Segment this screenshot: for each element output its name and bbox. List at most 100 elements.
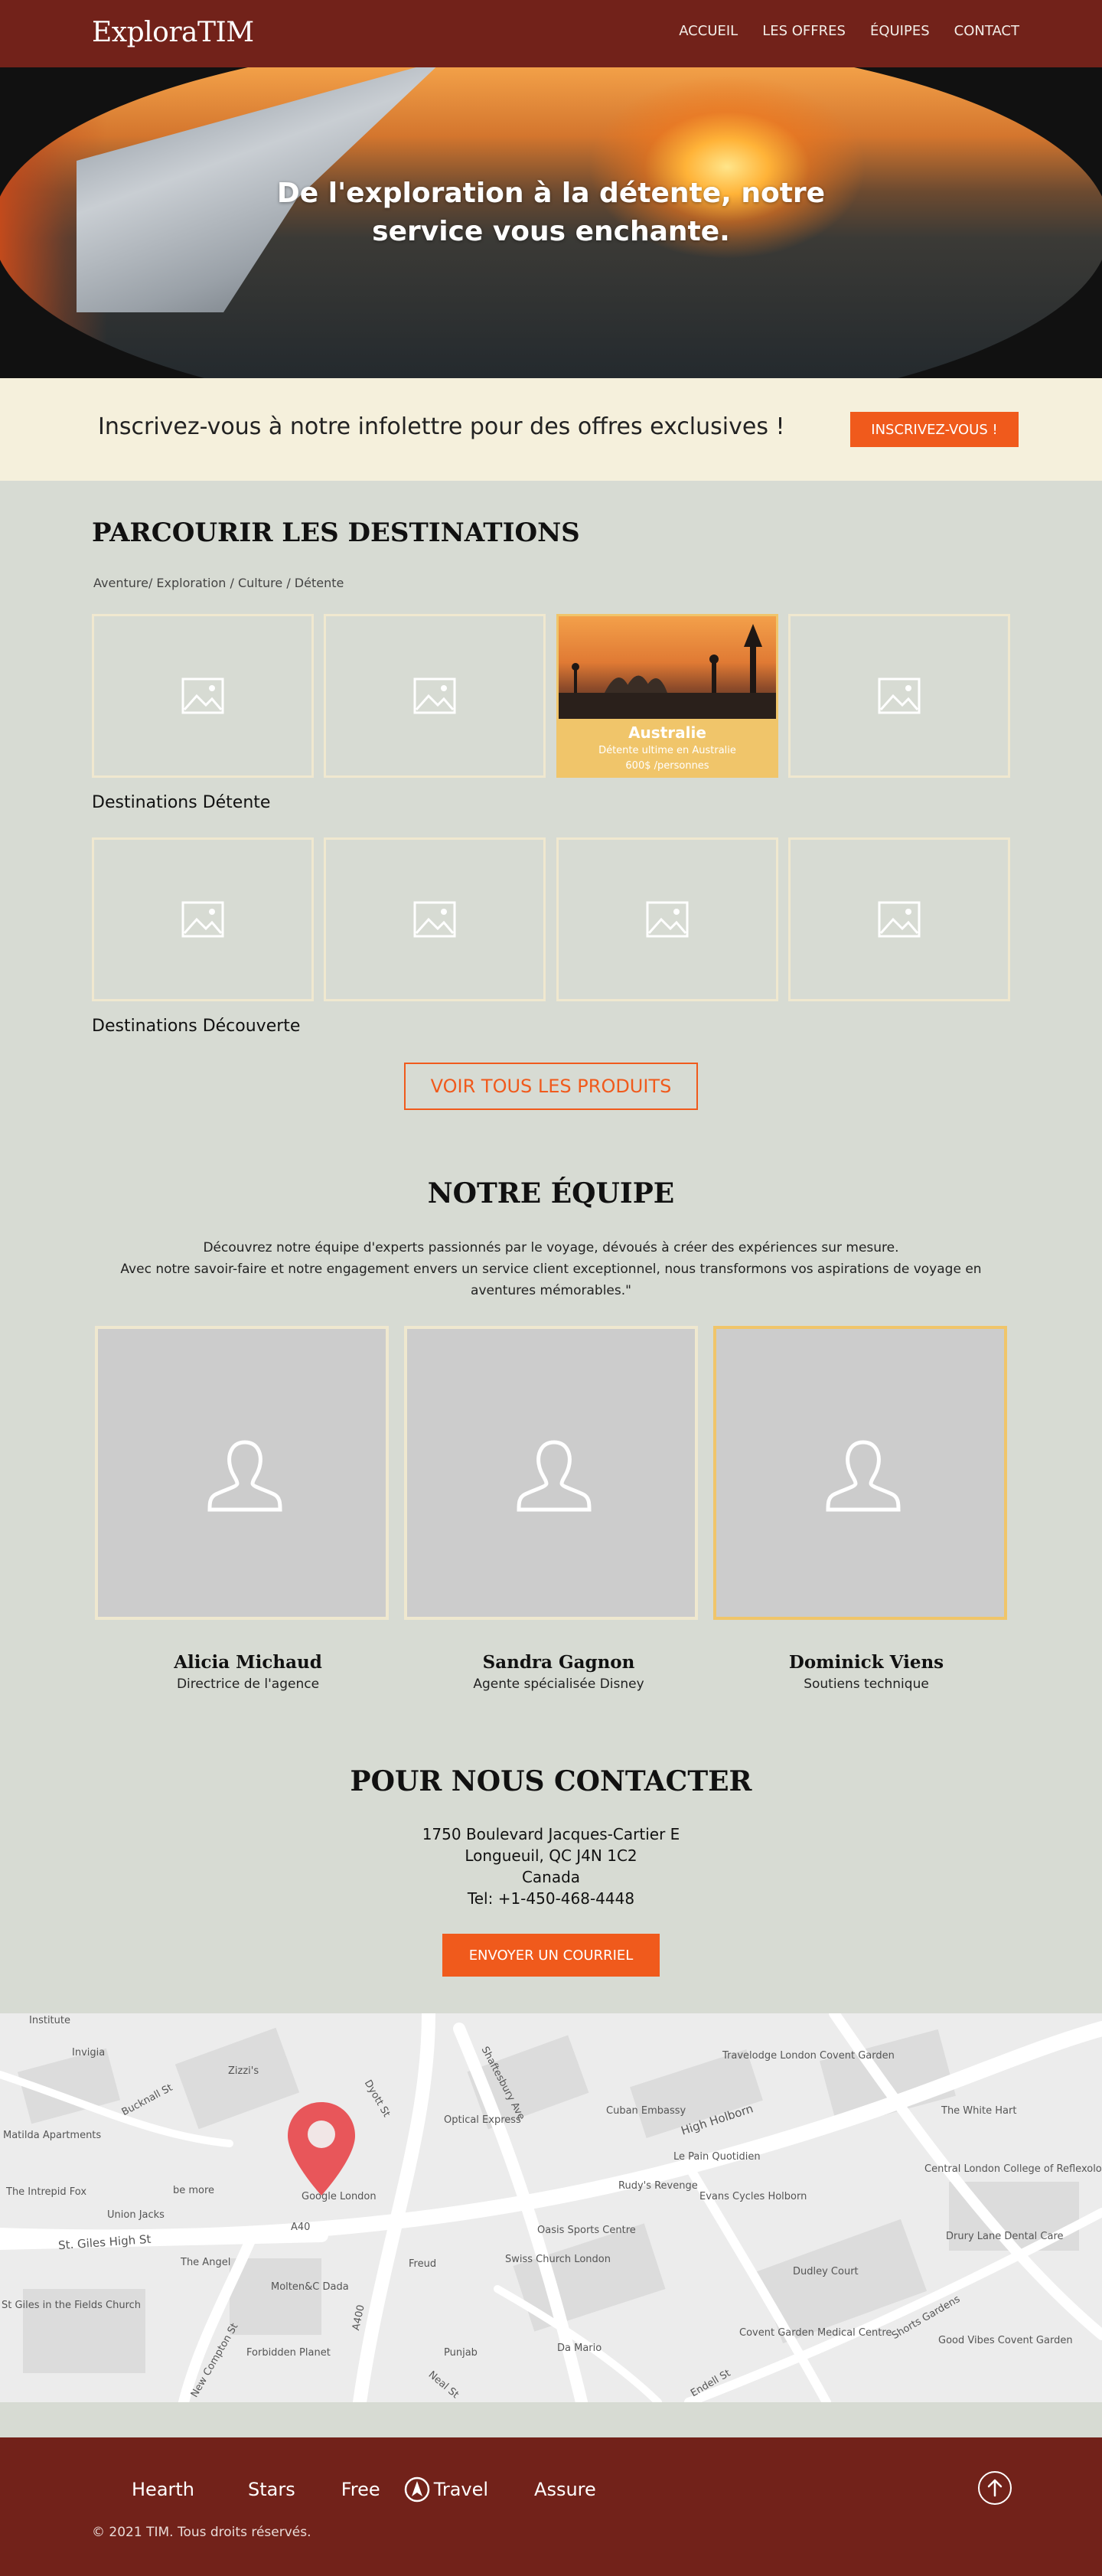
map-label: Travelodge London Covent Garden (722, 2050, 895, 2062)
contact-title: POUR NOUS CONTACTER (350, 1765, 752, 1797)
user-avatar-icon (207, 1440, 282, 1512)
footer-link-travel[interactable]: Travel (434, 2479, 488, 2500)
hero-title: De l'exploration à la détente, notre ser… (276, 178, 826, 247)
nav-equipes[interactable]: ÉQUIPES (870, 23, 930, 39)
contact-address-street: 1750 Boulevard Jacques-Cartier E (422, 1825, 680, 1843)
map-label: Matilda Apartments (3, 2130, 102, 2141)
map-label: Punjab (444, 2347, 478, 2359)
category-label-relax: Destinations Détente (92, 793, 271, 812)
map-label: St Giles in the Fields Church (2, 2300, 142, 2311)
map-label: Freud (409, 2258, 437, 2270)
footer-link-assure[interactable]: Assure (534, 2479, 596, 2500)
map-label: Invigia (72, 2047, 106, 2059)
footer-nav: Hearth Stars Free Travel Assure (132, 2476, 596, 2503)
back-to-top-button[interactable] (978, 2471, 1012, 2505)
map-label: Union Jacks (107, 2209, 165, 2221)
team-member-name: Dominick Viens (788, 1652, 944, 1673)
destination-card[interactable] (556, 837, 778, 1001)
image-placeholder-icon (181, 677, 224, 714)
map-label: Molten&C Dada (271, 2281, 349, 2293)
map-label: Central London College of Reflexology (924, 2163, 1102, 2175)
nav-contact[interactable]: CONTACT (954, 23, 1019, 39)
map-label: Good Vibes Covent Garden (938, 2335, 1073, 2346)
footer-link-hearth[interactable]: Hearth (132, 2479, 194, 2500)
map-label: Covent Garden Medical Centre (739, 2327, 892, 2339)
map-label: The White Hart (941, 2105, 1017, 2117)
featured-destination-price: 600$ /personnes (625, 760, 709, 772)
contact-address-city: Longueuil, QC J4N 1C2 (465, 1846, 637, 1865)
contact-address-country: Canada (521, 1868, 581, 1886)
destination-filters[interactable]: Aventure/ Exploration / Culture / Détent… (93, 576, 344, 590)
team-member-photo (95, 1326, 389, 1620)
view-all-products-button[interactable]: VOIR TOUS LES PRODUITS (404, 1063, 698, 1110)
team-member-name: Alicia Michaud (174, 1652, 322, 1673)
map-label: Oasis Sports Centre (537, 2225, 636, 2236)
site-logo[interactable]: ExploraTIM (92, 17, 254, 48)
map-label: Optical Express (444, 2114, 521, 2126)
newsletter-banner: Inscrivez-vous à notre infolettre pour d… (0, 378, 1102, 481)
team-member-role: Directrice de l'agence (176, 1677, 320, 1692)
team-intro: Découvrez notre équipe d'experts passion… (107, 1237, 995, 1301)
map-label: The Angel (181, 2257, 231, 2268)
compass-icon (404, 2476, 429, 2503)
footer-link-stars[interactable]: Stars (248, 2479, 295, 2500)
image-placeholder-icon (181, 901, 224, 938)
image-placeholder-icon (413, 901, 456, 938)
destination-card-featured[interactable]: Australie Détente ultime en Australie 60… (556, 614, 778, 778)
user-avatar-icon (826, 1440, 901, 1512)
user-avatar-icon (517, 1440, 592, 1512)
map-label: Google London (302, 2191, 377, 2202)
main-nav: ACCUEIL LES OFFRES ÉQUIPES CONTACT (679, 23, 1019, 39)
hero-banner: De l'exploration à la détente, notre ser… (0, 67, 1102, 378)
map-streets (0, 2013, 1102, 2402)
newsletter-signup-button[interactable]: INSCRIVEZ-VOUS ! (850, 412, 1019, 447)
map-label: Dudley Court (793, 2266, 859, 2277)
featured-destination-name: Australie (628, 723, 706, 742)
footer-link-free[interactable]: Free (341, 2479, 380, 2500)
destination-card[interactable] (92, 837, 314, 1001)
map-label: be more (173, 2185, 215, 2196)
map-label: Forbidden Planet (246, 2347, 331, 2359)
team-member-role: Soutiens technique (804, 1677, 929, 1692)
team-intro-line2: Avec notre savoir-faire et notre engagem… (120, 1262, 982, 1298)
destination-card[interactable] (324, 614, 546, 778)
map-label: Le Pain Quotidien (673, 2151, 761, 2163)
map-label: A40 (291, 2222, 311, 2233)
team-member-name: Sandra Gagnon (482, 1652, 635, 1673)
team-intro-line1: Découvrez notre équipe d'experts passion… (203, 1240, 899, 1255)
team-title: NOTRE ÉQUIPE (427, 1177, 675, 1210)
map-label: Da Mario (557, 2343, 602, 2354)
team-member-photo (404, 1326, 698, 1620)
image-placeholder-icon (878, 677, 921, 714)
map-label: Evans Cycles Holborn (699, 2191, 807, 2202)
destination-card[interactable] (788, 614, 1010, 778)
team-member-role: Agente spécialisée Disney (473, 1677, 644, 1692)
destination-card[interactable] (788, 837, 1010, 1001)
map-label: Institute (29, 2015, 70, 2026)
map-label: Swiss Church London (505, 2254, 611, 2265)
image-placeholder-icon (413, 677, 456, 714)
featured-destination-description: Détente ultime en Australie (598, 745, 736, 756)
map-label: The Intrepid Fox (6, 2186, 87, 2198)
destinations-title: PARCOURIR LES DESTINATIONS (92, 517, 580, 548)
image-placeholder-icon (878, 901, 921, 938)
newsletter-text: Inscrivez-vous à notre infolettre pour d… (98, 413, 785, 440)
map-location-pin-icon[interactable] (285, 2099, 358, 2199)
map-label: Drury Lane Dental Care (946, 2231, 1064, 2242)
image-placeholder-icon (646, 901, 689, 938)
site-footer: Hearth Stars Free Travel Assure © 2021 T… (0, 2437, 1102, 2576)
send-email-button[interactable]: ENVOYER UN COURRIEL (442, 1934, 660, 1977)
nav-accueil[interactable]: ACCUEIL (679, 23, 738, 39)
location-map[interactable]: Institute Invigia Zizzi's Bucknall St Ma… (0, 2013, 1102, 2402)
destination-card[interactable] (324, 837, 546, 1001)
copyright: © 2021 TIM. Tous droits réservés. (92, 2525, 311, 2540)
map-label: Zizzi's (228, 2065, 259, 2077)
team-member-photo (713, 1326, 1007, 1620)
map-label: Cuban Embassy (606, 2105, 686, 2117)
site-header: ExploraTIM ACCUEIL LES OFFRES ÉQUIPES CO… (0, 0, 1102, 67)
category-label-discovery: Destinations Découverte (92, 1017, 301, 1036)
nav-offres[interactable]: LES OFFRES (762, 23, 846, 39)
map-label: Rudy's Revenge (618, 2180, 698, 2192)
contact-phone[interactable]: Tel: +1-450-468-4448 (0, 1889, 1102, 1908)
destination-card[interactable] (92, 614, 314, 778)
